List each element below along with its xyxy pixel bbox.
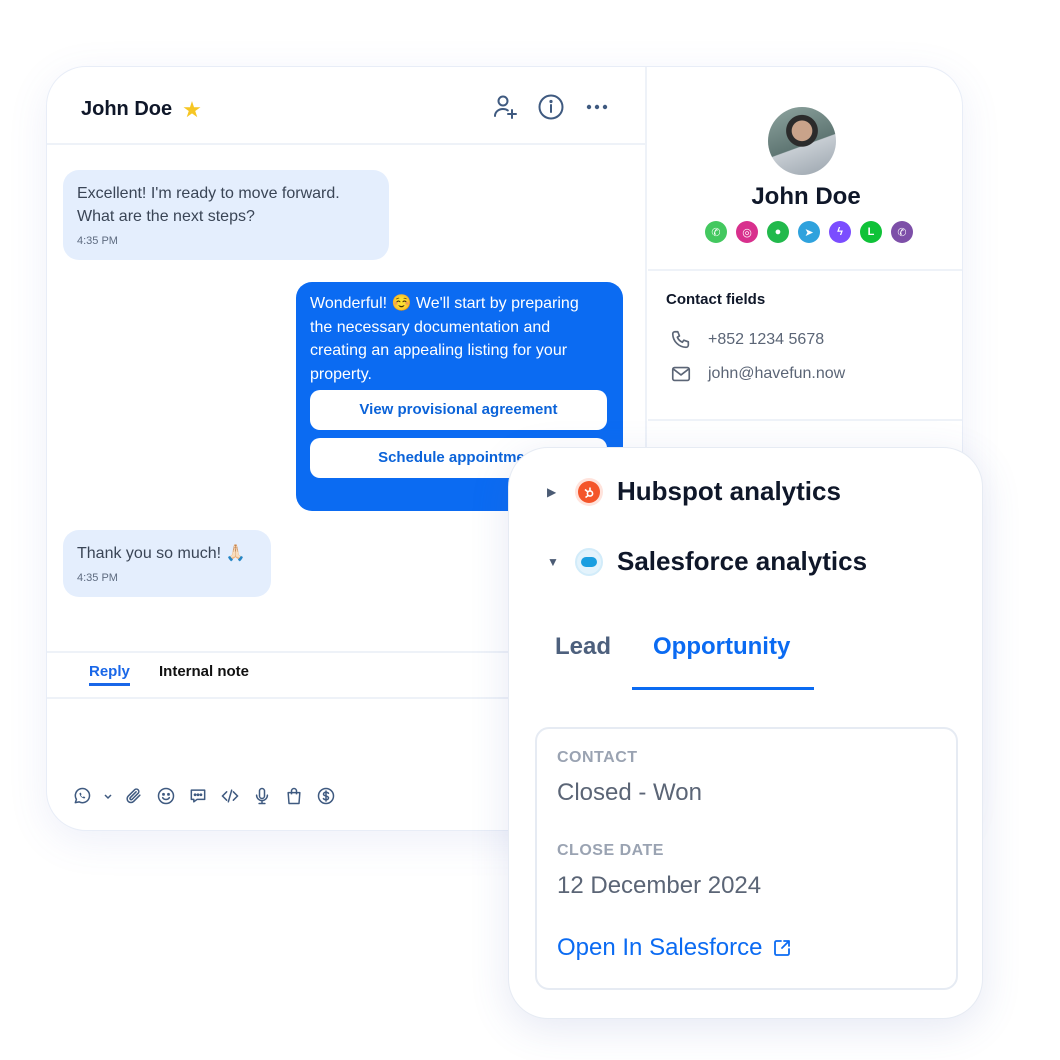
shopping-bag-icon[interactable] [283, 785, 305, 807]
composer-toolbar [71, 785, 337, 807]
incoming-message: Excellent! I'm ready to move forward. Wh… [63, 170, 389, 260]
email-value[interactable]: john@havefun.now [708, 365, 845, 383]
caret-down-icon: ▼ [547, 554, 559, 569]
email-field: john@havefun.now [670, 363, 845, 385]
phone-field: +852 1234 5678 [670, 329, 824, 351]
payment-icon[interactable] [315, 785, 337, 807]
divider [648, 419, 962, 421]
opportunity-details: CONTACT Closed - Won CLOSE DATE 12 Decem… [535, 727, 958, 990]
chat-title: John Doe ★ [81, 98, 202, 121]
whatsapp-channel-icon[interactable] [71, 785, 93, 807]
emoji-icon[interactable] [155, 785, 177, 807]
contact-panel-name: John Doe [751, 183, 861, 210]
salesforce-logo-icon [575, 547, 603, 576]
open-in-salesforce-label: Open In Salesforce [557, 934, 763, 961]
message-time: 4:35 PM [77, 235, 118, 247]
chat-header: John Doe ★ [47, 67, 645, 145]
contact-name: John Doe [81, 98, 173, 120]
phone-value[interactable]: +852 1234 5678 [708, 331, 824, 349]
message-text: the necessary documentation and [310, 318, 551, 336]
crm-analytics-card: ▶ Hubspot analytics ▼ Salesforce analyti… [508, 447, 983, 1019]
info-icon[interactable] [537, 93, 565, 121]
tab-opportunity[interactable]: Opportunity [653, 633, 790, 661]
message-text: Wonderful! ☺️ We'll start by preparing [310, 295, 579, 312]
hubspot-analytics-label: Hubspot analytics [617, 476, 841, 506]
code-icon[interactable] [219, 785, 241, 807]
channel-icons: ✆ ◎ ● ➤ ϟ L ✆ [705, 221, 913, 243]
email-icon [671, 366, 691, 382]
contact-fields-title: Contact fields [666, 291, 766, 308]
message-text: creating an appealing listing for your [310, 342, 568, 359]
star-icon[interactable]: ★ [182, 98, 202, 121]
caret-right-icon: ▶ [547, 484, 557, 499]
message-text: Thank you so much! 🙏🏻 [77, 545, 246, 562]
tab-reply[interactable]: Reply [89, 663, 130, 686]
hubspot-analytics-toggle[interactable]: ▶ Hubspot analytics [547, 476, 841, 507]
message-text: property. [310, 365, 372, 383]
active-tab-indicator [632, 687, 814, 690]
wechat-icon[interactable]: ● [767, 221, 789, 243]
salesforce-analytics-toggle[interactable]: ▼ Salesforce analytics [547, 546, 867, 577]
header-actions [491, 93, 611, 121]
contact-value: Closed - Won [557, 779, 702, 806]
open-in-salesforce-link[interactable]: Open In Salesforce [557, 934, 792, 962]
tab-lead[interactable]: Lead [555, 633, 611, 661]
hubspot-logo-icon [575, 477, 603, 506]
message-time: 4:35 PM [77, 572, 118, 584]
chevron-down-icon[interactable] [103, 785, 113, 807]
telegram-icon[interactable]: ➤ [798, 221, 820, 243]
message-text: Excellent! I'm ready to move forward. [77, 185, 340, 202]
more-icon[interactable] [583, 93, 611, 121]
add-user-icon[interactable] [491, 93, 519, 121]
divider [648, 269, 962, 271]
attachment-icon[interactable] [123, 785, 145, 807]
salesforce-analytics-label: Salesforce analytics [617, 546, 868, 576]
line-icon[interactable]: L [860, 221, 882, 243]
close-date-label: CLOSE DATE [557, 842, 664, 859]
quick-reply-icon[interactable] [187, 785, 209, 807]
whatsapp-icon[interactable]: ✆ [705, 221, 727, 243]
view-provisional-agreement-button[interactable]: View provisional agreement [310, 390, 607, 430]
message-text: What are the next steps? [77, 208, 255, 225]
close-date-value: 12 December 2024 [557, 872, 762, 899]
viber-icon[interactable]: ✆ [891, 221, 913, 243]
incoming-message: Thank you so much! 🙏🏻 4:35 PM [63, 530, 271, 597]
microphone-icon[interactable] [251, 785, 273, 807]
instagram-icon[interactable]: ◎ [736, 221, 758, 243]
messenger-icon[interactable]: ϟ [829, 221, 851, 243]
phone-icon [671, 330, 690, 349]
external-link-icon [774, 940, 791, 956]
tab-internal-note[interactable]: Internal note [159, 663, 249, 680]
avatar [768, 107, 836, 175]
contact-label: CONTACT [557, 749, 638, 766]
